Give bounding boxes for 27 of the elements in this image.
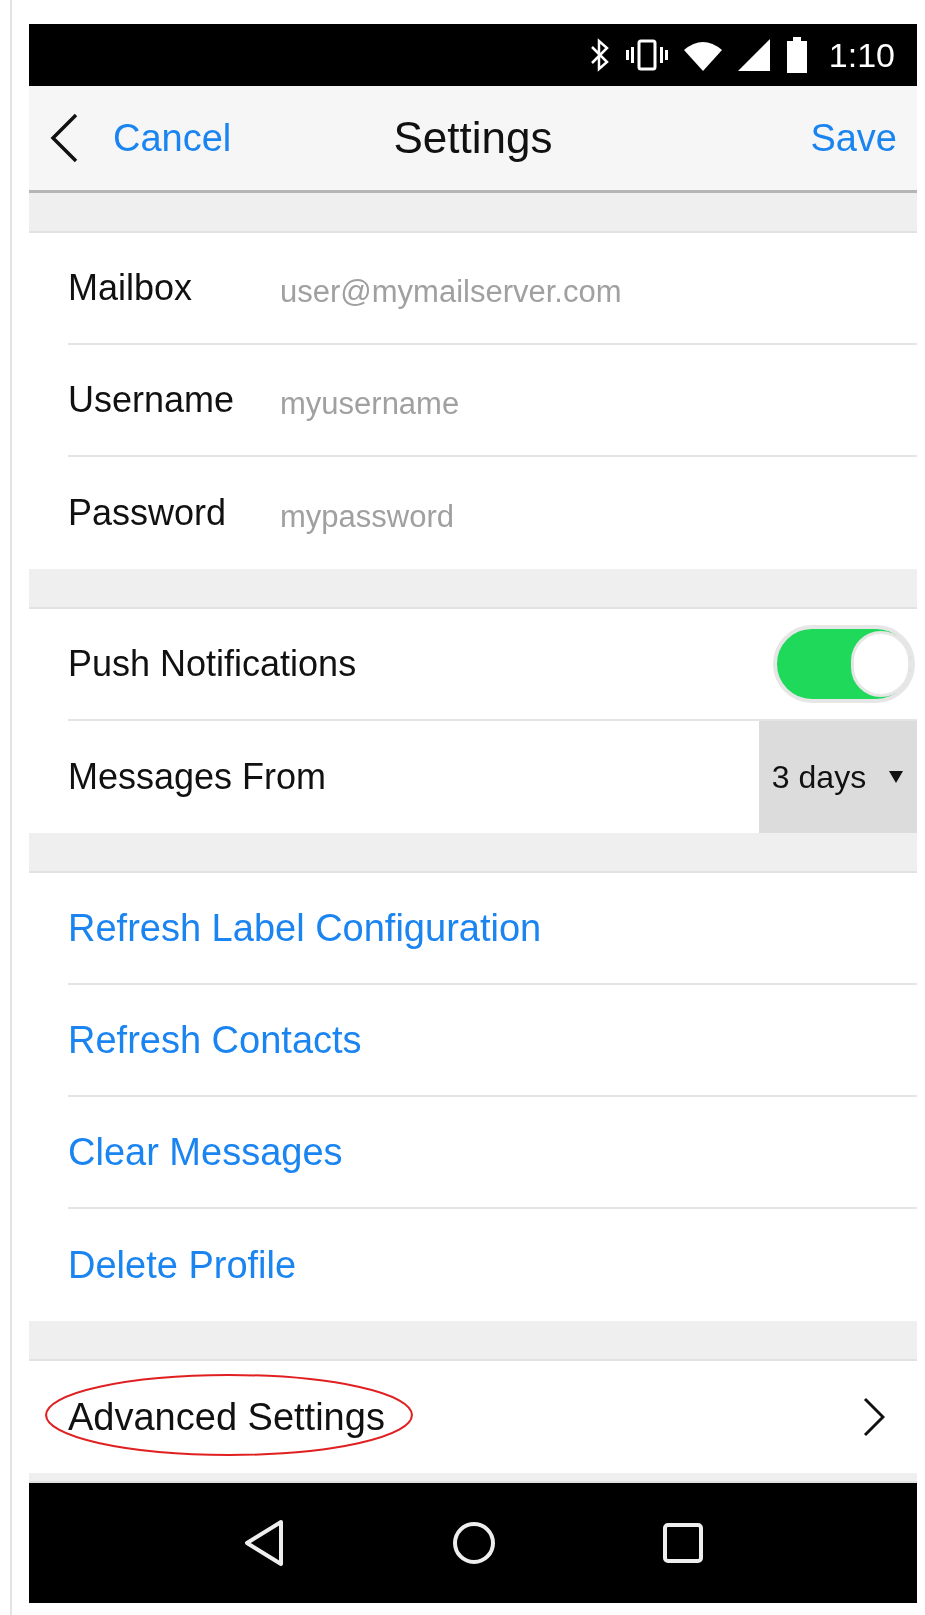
input-field[interactable]: user@mymailserver.com [278, 273, 917, 311]
field-label: Mailbox [68, 267, 194, 309]
recents-icon[interactable] [663, 1523, 704, 1563]
field-label: Password [68, 492, 228, 534]
dropdown[interactable]: 3 days [759, 721, 917, 833]
cancel-button[interactable]: Cancel [49, 113, 232, 163]
bluetooth-icon [588, 38, 611, 72]
chevron-right-icon [863, 1397, 885, 1437]
back-chevron-icon [49, 113, 79, 163]
signal-icon [736, 38, 771, 72]
option-label: Push Notifications [68, 643, 357, 685]
action-link[interactable]: Delete Profile [68, 1243, 297, 1287]
action-link[interactable]: Refresh Contacts [68, 1018, 362, 1062]
dropdown-arrow-icon [888, 770, 905, 784]
home-icon[interactable] [452, 1521, 496, 1565]
option-label: Messages From [68, 756, 327, 798]
back-icon[interactable] [242, 1519, 285, 1567]
action-link[interactable]: Refresh Label Configuration [68, 906, 542, 950]
battery-icon [784, 37, 809, 73]
status-time: 1:10 [828, 35, 895, 75]
action-link[interactable]: Clear Messages [68, 1130, 343, 1174]
screen-title: Settings [393, 113, 553, 163]
save-button[interactable]: Save [810, 116, 897, 160]
input-field[interactable]: mypassword [278, 498, 917, 536]
vibrate-icon [624, 38, 669, 72]
input-field[interactable]: myusername [278, 385, 917, 423]
field-label: Username [68, 379, 236, 421]
